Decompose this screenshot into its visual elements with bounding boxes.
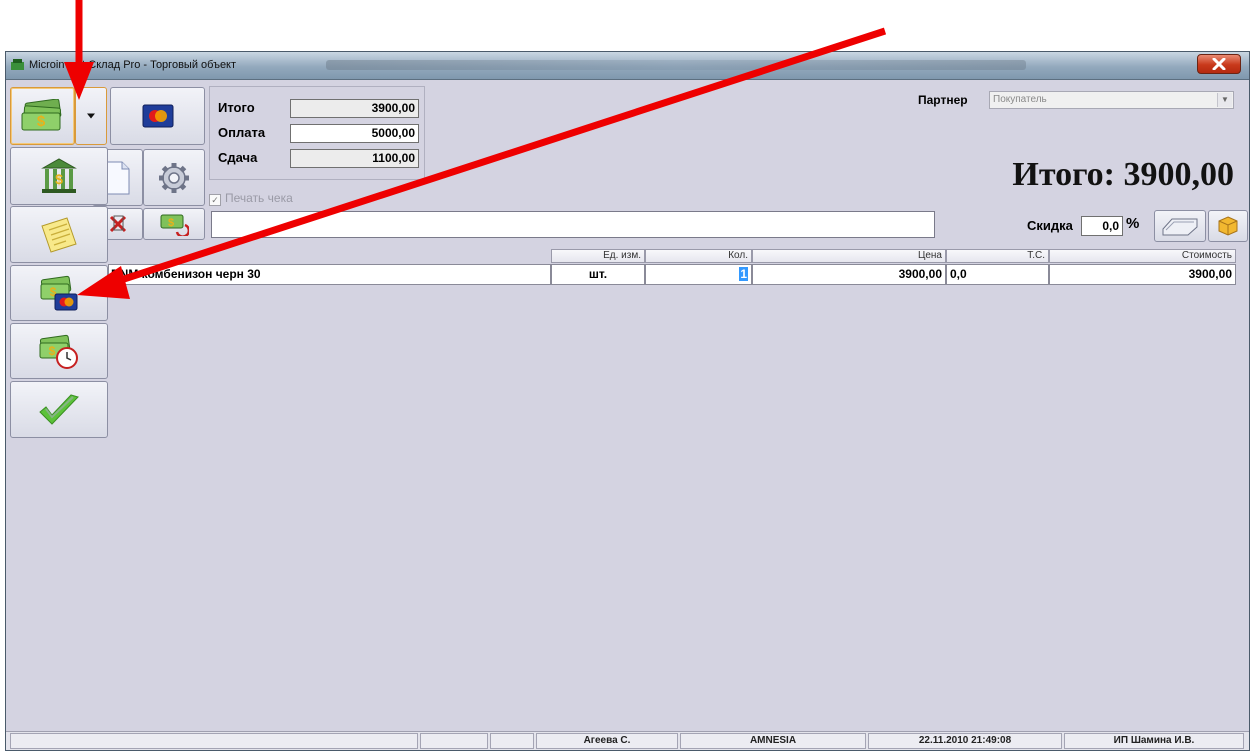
checkmark-icon [39, 393, 79, 425]
column-header-ts[interactable]: Т.С. [946, 249, 1049, 263]
pay-card-button[interactable] [110, 87, 205, 145]
svg-text:$: $ [55, 171, 63, 187]
payment-label: Оплата [218, 125, 266, 140]
table-row-cost-cell[interactable]: 3900,00 [1049, 264, 1236, 285]
discount-percent-sign: % [1126, 215, 1140, 232]
table-row-ts-cell[interactable]: 0,0 [946, 264, 1049, 285]
total-label: Итого [218, 100, 255, 115]
notes-menu-item[interactable] [10, 206, 108, 263]
scanner-icon [1162, 218, 1198, 236]
cash-and-card-icon: $ [40, 275, 78, 311]
change-label: Сдача [218, 150, 258, 165]
status-cell-3 [490, 733, 534, 749]
pay-cash-dropdown-button[interactable] [75, 87, 107, 145]
close-button[interactable] [1197, 54, 1241, 74]
status-user: Агеева С. [536, 733, 678, 749]
document-icon [106, 161, 129, 194]
pay-deferred-menu-item[interactable]: $ [10, 323, 108, 379]
column-header-price[interactable]: Цена [752, 249, 946, 263]
ts-value: 0,0 [950, 267, 967, 281]
settings-button[interactable] [143, 149, 205, 206]
partner-select[interactable]: Покупатель ▼ [989, 91, 1234, 109]
window-title: Microinvent Склад Pro - Торговый объект [29, 59, 237, 71]
partner-value: Покупатель [993, 94, 1047, 105]
status-datetime: 22.11.2010 21:49:08 [868, 733, 1062, 749]
status-cell-1 [10, 733, 418, 749]
app-icon [11, 59, 24, 70]
grand-total-display: Итого: 3900,00 [1012, 156, 1234, 193]
svg-text:$: $ [36, 113, 45, 130]
discount-field[interactable]: 0,0 [1081, 216, 1123, 236]
chevron-down-icon[interactable]: ▼ [1217, 93, 1232, 107]
refund-icon: $ [160, 214, 189, 236]
payment-field[interactable]: 5000,00 [290, 124, 419, 143]
discount-label: Скидка [1027, 218, 1073, 233]
confirm-menu-item[interactable] [10, 381, 108, 438]
close-icon [1212, 58, 1226, 70]
status-store: AMNESIA [680, 733, 866, 749]
title-bar-blur [326, 60, 1026, 70]
barcode-input[interactable] [211, 211, 935, 238]
cash-clock-icon: $ [39, 334, 78, 369]
notepad-icon [41, 216, 77, 253]
card-payment-icon [142, 104, 173, 128]
table-row-unit-cell[interactable]: шт. [551, 264, 645, 285]
status-company: ИП Шамина И.В. [1064, 733, 1244, 749]
pay-cash-and-card-menu-item[interactable]: $ [10, 265, 108, 321]
table-row-name-cell[interactable]: DNM комбенизон черн 30 [108, 264, 551, 285]
status-cell-2 [420, 733, 488, 749]
delete-icon [109, 215, 126, 233]
scanner-button[interactable] [1154, 210, 1206, 242]
gear-icon [159, 162, 189, 193]
cash-money-icon: $ [21, 99, 61, 131]
package-button[interactable] [1208, 210, 1248, 242]
partner-label: Партнер [918, 93, 968, 107]
svg-text:$: $ [168, 217, 174, 229]
column-header-qty[interactable]: Кол. [645, 249, 752, 263]
column-header-cost[interactable]: Стоимость [1049, 249, 1236, 263]
app-window: Microinvent Склад Pro - Торговый объект … [5, 51, 1250, 751]
package-icon [1218, 216, 1238, 236]
qty-value[interactable]: 1 [739, 267, 748, 281]
status-bar: Агеева С. AMNESIA 22.11.2010 21:49:08 ИП… [6, 731, 1249, 750]
pay-bank-menu-item[interactable]: $ [10, 147, 108, 205]
svg-text:$: $ [49, 344, 56, 358]
title-bar: Microinvent Склад Pro - Торговый объект [6, 52, 1249, 80]
table-row-price-cell[interactable]: 3900,00 [752, 264, 946, 285]
totals-panel: Итого 3900,00 Оплата 5000,00 Сдача 1100,… [209, 86, 425, 180]
item-name: DNM комбенизон черн 30 [111, 267, 261, 281]
print-receipt-checkbox-box[interactable]: ✓ [209, 194, 221, 206]
dropdown-arrow-icon [87, 113, 95, 119]
table-row-qty-cell[interactable]: 1 [645, 264, 752, 285]
change-field: 1100,00 [290, 149, 419, 168]
refund-button[interactable]: $ [143, 208, 205, 240]
print-receipt-checkbox[interactable]: ✓ Печать чека [209, 191, 293, 206]
pay-cash-button[interactable]: $ [10, 87, 75, 145]
print-receipt-label: Печать чека [225, 191, 293, 205]
total-field: 3900,00 [290, 99, 419, 118]
column-header-unit[interactable]: Ед. изм. [551, 249, 645, 263]
bank-icon: $ [41, 158, 77, 193]
